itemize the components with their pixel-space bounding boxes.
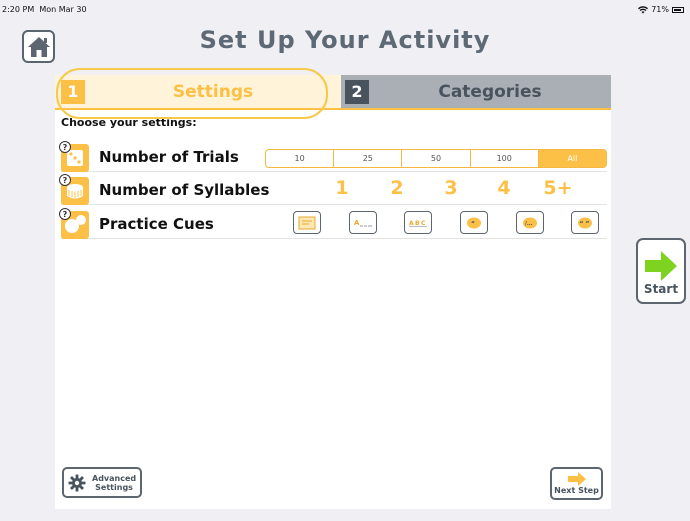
advanced-label-line1: Advanced — [92, 473, 137, 483]
status-time: 2:20 PM — [2, 5, 35, 14]
tab-categories[interactable]: 2 Categories — [341, 75, 611, 108]
full-word-cue-button[interactable]: “ ” — [571, 211, 599, 234]
help-icon[interactable]: ? — [59, 208, 71, 220]
tab-number: 2 — [345, 79, 369, 104]
first-sound-cue-icon: “ — [467, 217, 481, 228]
battery-icon — [672, 6, 684, 13]
status-bar: 2:20 PM Mon Mar 30 71% — [0, 0, 690, 18]
battery-percent: 71% — [651, 5, 669, 14]
svg-text:C: C — [421, 220, 426, 227]
first-sound-cue-button[interactable]: “ — [460, 211, 488, 234]
trials-option-25[interactable]: 25 — [334, 150, 403, 167]
syllables-row: ? Number of Syllables 1 2 3 4 5+ — [59, 174, 607, 205]
status-date: Mon Mar 30 — [39, 5, 87, 14]
trials-label: Number of Trials — [99, 148, 239, 166]
start-arrow-icon — [645, 251, 677, 281]
svg-text:B: B — [415, 220, 420, 227]
tab-number: 1 — [61, 79, 85, 104]
word-picture-cue-button[interactable] — [293, 211, 321, 234]
right-arrow-icon — [567, 472, 586, 486]
first-letter-cue-icon: A — [354, 219, 372, 227]
help-icon[interactable]: ? — [59, 141, 71, 153]
trials-option-all[interactable]: All — [538, 150, 606, 167]
cues-row: ? Practice Cues A ABC “ /... “ ” — [59, 208, 607, 239]
advanced-settings-button[interactable]: Advanced Settings — [62, 467, 142, 498]
trials-option-50[interactable]: 50 — [402, 150, 471, 167]
word-picture-cue-icon — [298, 216, 316, 229]
syllables-icon: ? — [59, 174, 89, 205]
trials-option-10[interactable]: 10 — [266, 150, 335, 167]
cues-label: Practice Cues — [99, 215, 214, 233]
cues-icon: ? — [59, 208, 89, 239]
page-title: Set Up Your Activity — [199, 26, 491, 54]
next-step-label: Next Step — [554, 486, 599, 495]
syllable-option-2[interactable]: 2 — [382, 177, 412, 199]
trials-segmented-control: 10 25 50 100 All — [265, 149, 607, 168]
full-word-cue-icon: “ ” — [578, 217, 592, 228]
start-label: Start — [643, 282, 679, 296]
svg-text:A: A — [409, 220, 414, 227]
advanced-label-line2: Settings — [95, 482, 133, 492]
first-letter-cue-button[interactable]: A — [349, 211, 377, 234]
trials-row: ? Number of Trials 10 25 50 100 All — [59, 141, 607, 172]
svg-text:“: “ — [471, 220, 475, 227]
trials-option-100[interactable]: 100 — [471, 150, 539, 167]
partial-word-cue-button[interactable]: /... — [516, 211, 544, 234]
advanced-settings-label: Advanced Settings — [92, 474, 136, 492]
svg-text:“ ”: “ ” — [580, 220, 590, 227]
syllable-option-3[interactable]: 3 — [436, 177, 466, 199]
syllable-option-1[interactable]: 1 — [327, 177, 357, 199]
settings-heading: Choose your settings: — [61, 116, 197, 129]
settings-panel: 1 Settings 2 Categories Choose your sett… — [55, 75, 611, 509]
syllable-option-4[interactable]: 4 — [489, 177, 519, 199]
tab-label: Settings — [172, 81, 254, 102]
wifi-icon — [638, 5, 649, 13]
tab-label: Categories — [438, 81, 542, 102]
syllables-label: Number of Syllables — [99, 181, 270, 199]
tab-underline — [55, 108, 611, 110]
partial-word-cue-icon: /... — [523, 217, 537, 228]
svg-text:A: A — [354, 219, 360, 227]
trials-icon: ? — [59, 141, 89, 172]
tab-settings[interactable]: 1 Settings — [55, 75, 341, 108]
svg-text:/...: /... — [525, 221, 533, 227]
letters-cue-icon: ABC — [409, 220, 427, 227]
help-icon[interactable]: ? — [59, 174, 71, 186]
next-step-button[interactable]: Next Step — [550, 467, 603, 500]
syllable-option-5plus[interactable]: 5+ — [543, 177, 573, 199]
letters-cue-button[interactable]: ABC — [404, 211, 432, 234]
gear-icon — [68, 474, 86, 491]
start-button[interactable]: Start — [636, 238, 686, 304]
